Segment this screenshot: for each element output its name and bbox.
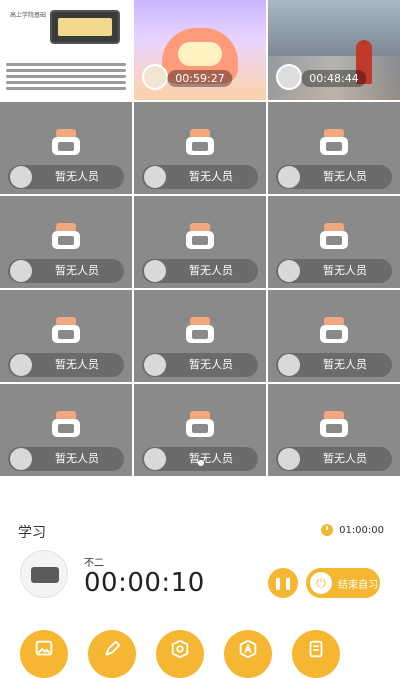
- pause-button[interactable]: ❚❚: [268, 568, 298, 598]
- seat-icon: [320, 317, 348, 343]
- font-tool-button[interactable]: [224, 630, 272, 678]
- tool-bar: [0, 630, 400, 678]
- empty-seat[interactable]: 暂无人员: [0, 290, 132, 382]
- task-name: 不二: [84, 558, 104, 569]
- status-pill: 暂无人员: [276, 447, 392, 471]
- status-pill: 暂无人员: [276, 353, 392, 377]
- empty-seat[interactable]: 暂无人员: [0, 102, 132, 194]
- schedule-icon: [309, 640, 323, 658]
- status-pill: 暂无人员: [8, 259, 124, 283]
- pencil-tool-button[interactable]: [88, 630, 136, 678]
- status-dot: [278, 260, 300, 282]
- status-dot: [10, 354, 32, 376]
- doc-preview: [50, 10, 120, 44]
- status-dot: [10, 448, 32, 470]
- empty-seat[interactable]: 暂无人员: [268, 196, 400, 288]
- seat-icon: [52, 223, 80, 249]
- end-study-label: 结束自习: [338, 579, 378, 591]
- total-time-value: 01:00:00: [339, 524, 384, 536]
- video-tile-city[interactable]: 00:48:44: [268, 0, 400, 100]
- empty-label: 暂无人员: [55, 264, 99, 277]
- status-pill: 暂无人员: [142, 165, 258, 189]
- doc-title: 高上学院基础: [10, 12, 47, 19]
- video-timer: 00:59:27: [167, 70, 233, 87]
- empty-label: 暂无人员: [323, 452, 367, 465]
- doc-text-lines: [6, 60, 126, 93]
- empty-label: 暂无人员: [189, 452, 233, 465]
- empty-seat[interactable]: 暂无人员: [134, 102, 266, 194]
- power-icon: ⏻: [310, 572, 332, 594]
- empty-label: 暂无人员: [323, 264, 367, 277]
- pencil-icon: [105, 640, 121, 656]
- seat-icon: [52, 129, 80, 155]
- picture-tool-button[interactable]: [20, 630, 68, 678]
- empty-label: 暂无人员: [189, 264, 233, 277]
- search-document-tool-button[interactable]: [156, 630, 204, 678]
- empty-label: 暂无人员: [189, 358, 233, 371]
- seat-icon: [320, 129, 348, 155]
- empty-seat[interactable]: 暂无人员: [134, 290, 266, 382]
- empty-seat[interactable]: 暂无人员: [0, 384, 132, 476]
- empty-label: 暂无人员: [323, 358, 367, 371]
- status-dot: [278, 354, 300, 376]
- picture-icon: [35, 640, 53, 656]
- empty-seat[interactable]: 暂无人员: [268, 384, 400, 476]
- seat-icon: [52, 411, 80, 437]
- status-dot: [144, 448, 166, 470]
- status-pill: 暂无人员: [142, 259, 258, 283]
- seat-icon: [186, 411, 214, 437]
- empty-label: 暂无人员: [55, 170, 99, 183]
- avatar: [276, 64, 302, 90]
- empty-seat[interactable]: 暂无人员: [268, 102, 400, 194]
- status-dot: [144, 260, 166, 282]
- seat-icon: [186, 317, 214, 343]
- status-dot: [144, 166, 166, 188]
- study-room-grid: 高上学院基础 00:59:27 00:48:44 暂无人员 暂无人员 暂无人员 …: [0, 0, 400, 478]
- panel-title: 学习: [18, 525, 46, 541]
- elapsed-timer: 00:00:10: [84, 568, 205, 598]
- status-pill: 暂无人员: [276, 165, 392, 189]
- seat-icon: [52, 317, 80, 343]
- video-timer: 00:48:44: [301, 70, 367, 87]
- status-pill: 暂无人员: [142, 447, 258, 471]
- page-indicator: [198, 460, 204, 466]
- status-dot: [278, 166, 300, 188]
- video-tile-document[interactable]: 高上学院基础: [0, 0, 132, 100]
- status-pill: 暂无人员: [276, 259, 392, 283]
- empty-seat[interactable]: 暂无人员: [0, 196, 132, 288]
- seat-icon: [320, 223, 348, 249]
- avatar: [142, 64, 168, 90]
- status-pill: 暂无人员: [142, 353, 258, 377]
- empty-label: 暂无人员: [189, 170, 233, 183]
- status-pill: 暂无人员: [8, 447, 124, 471]
- status-pill: 暂无人员: [8, 165, 124, 189]
- status-dot: [10, 260, 32, 282]
- task-thumbnail: [20, 550, 68, 598]
- seat-icon: [320, 411, 348, 437]
- empty-seat[interactable]: 暂无人员: [134, 196, 266, 288]
- status-dot: [278, 448, 300, 470]
- empty-label: 暂无人员: [55, 452, 99, 465]
- empty-label: 暂无人员: [55, 358, 99, 371]
- status-pill: 暂无人员: [8, 353, 124, 377]
- status-dot: [10, 166, 32, 188]
- clock-icon: [321, 524, 334, 536]
- seat-icon: [186, 129, 214, 155]
- schedule-tool-button[interactable]: [292, 630, 340, 678]
- total-time: 01:00:00: [321, 524, 384, 536]
- video-tile-lion[interactable]: 00:59:27: [134, 0, 266, 100]
- search-document-icon: [171, 639, 189, 659]
- end-study-button[interactable]: ⏻ 结束自习: [306, 568, 380, 598]
- font-a-icon: [239, 639, 257, 659]
- empty-seat[interactable]: 暂无人员: [268, 290, 400, 382]
- status-dot: [144, 354, 166, 376]
- empty-label: 暂无人员: [323, 170, 367, 183]
- pause-icon: ❚❚: [272, 576, 294, 590]
- seat-icon: [186, 223, 214, 249]
